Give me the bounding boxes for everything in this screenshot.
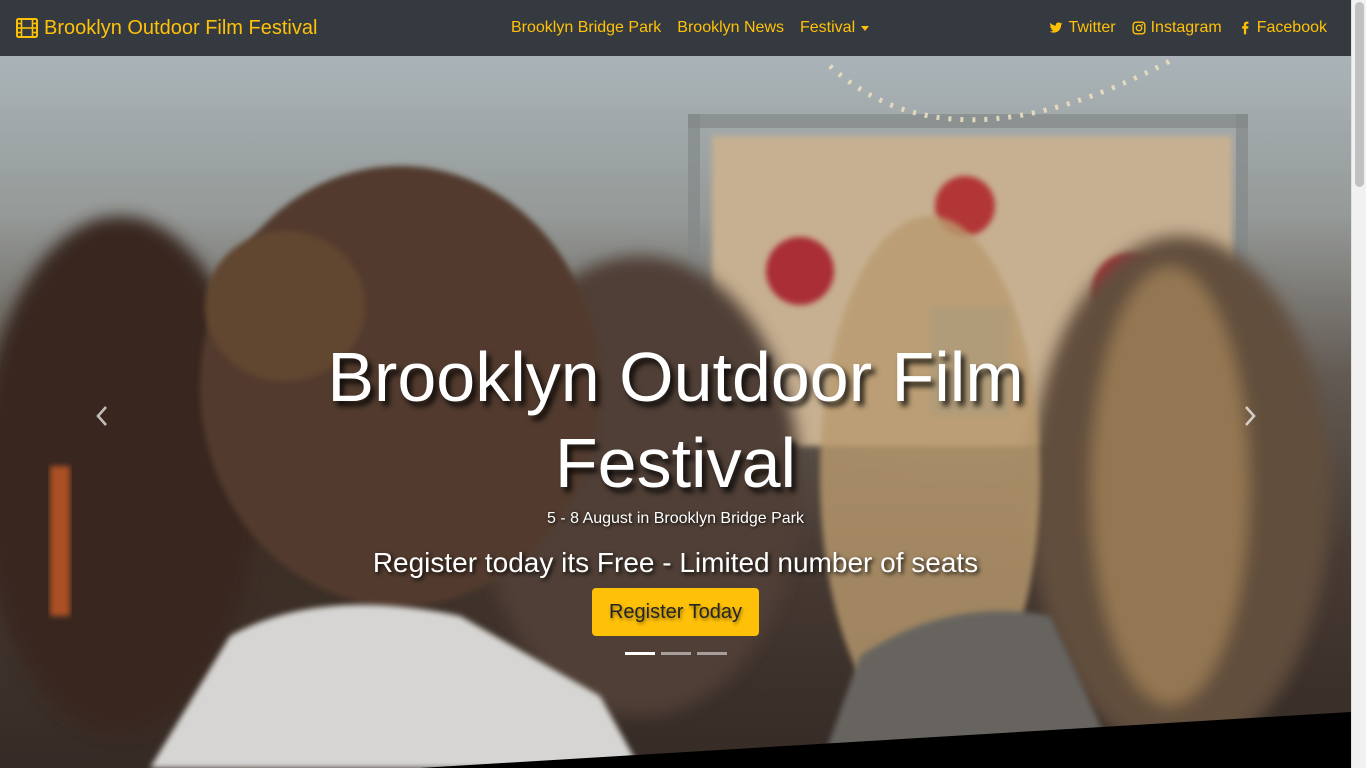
caret-down-icon — [861, 26, 870, 31]
hero-carousel: Brooklyn Outdoor Film Festival 5 - 8 Aug… — [0, 56, 1351, 768]
nav-link-label: Brooklyn Bridge Park — [511, 19, 662, 36]
carousel-indicators — [625, 652, 727, 655]
nav-link-brooklyn-bridge-park[interactable]: Brooklyn Bridge Park — [503, 19, 669, 37]
social-nav: Twitter Instagram Facebook — [1041, 0, 1335, 56]
chevron-left-icon — [96, 406, 107, 426]
brand-link[interactable]: Brooklyn Outdoor Film Festival — [16, 0, 317, 56]
nav-link-twitter[interactable]: Twitter — [1041, 19, 1123, 37]
twitter-icon — [1050, 22, 1063, 33]
nav-dropdown-festival[interactable]: Festival — [792, 19, 877, 37]
carousel-indicator-3[interactable] — [697, 652, 727, 655]
nav-link-label: Festival — [800, 19, 856, 36]
nav-link-label: Facebook — [1256, 19, 1327, 36]
page-scrollbar[interactable] — [1351, 0, 1366, 768]
carousel-next-button[interactable] — [1236, 396, 1264, 436]
nav-link-brooklyn-news[interactable]: Brooklyn News — [669, 19, 792, 37]
navbar: Brooklyn Outdoor Film Festival Brooklyn … — [0, 0, 1351, 56]
scrollbar-thumb[interactable] — [1355, 2, 1364, 187]
facebook-icon — [1241, 21, 1249, 35]
carousel-indicator-1[interactable] — [625, 652, 655, 655]
film-icon — [16, 18, 38, 38]
nav-link-label: Brooklyn News — [677, 19, 784, 36]
carousel-indicator-2[interactable] — [661, 652, 691, 655]
nav-link-label: Twitter — [1068, 19, 1116, 36]
nav-link-instagram[interactable]: Instagram — [1124, 19, 1230, 37]
hero-title: Brooklyn Outdoor Film Festival — [327, 338, 1024, 502]
carousel-prev-button[interactable] — [88, 396, 116, 436]
main-nav: Brooklyn Bridge Park Brooklyn News Festi… — [503, 0, 877, 56]
chevron-right-icon — [1245, 406, 1256, 426]
nav-link-facebook[interactable]: Facebook — [1230, 19, 1335, 37]
hero-tagline: Register today its Free - Limited number… — [372, 547, 979, 578]
register-today-button[interactable]: Register Today — [592, 588, 759, 636]
hero-date: 5 - 8 August in Brooklyn Bridge Park — [546, 510, 805, 527]
nav-link-label: Instagram — [1150, 19, 1222, 36]
brand-label: Brooklyn Outdoor Film Festival — [44, 16, 318, 39]
instagram-icon — [1132, 21, 1146, 35]
